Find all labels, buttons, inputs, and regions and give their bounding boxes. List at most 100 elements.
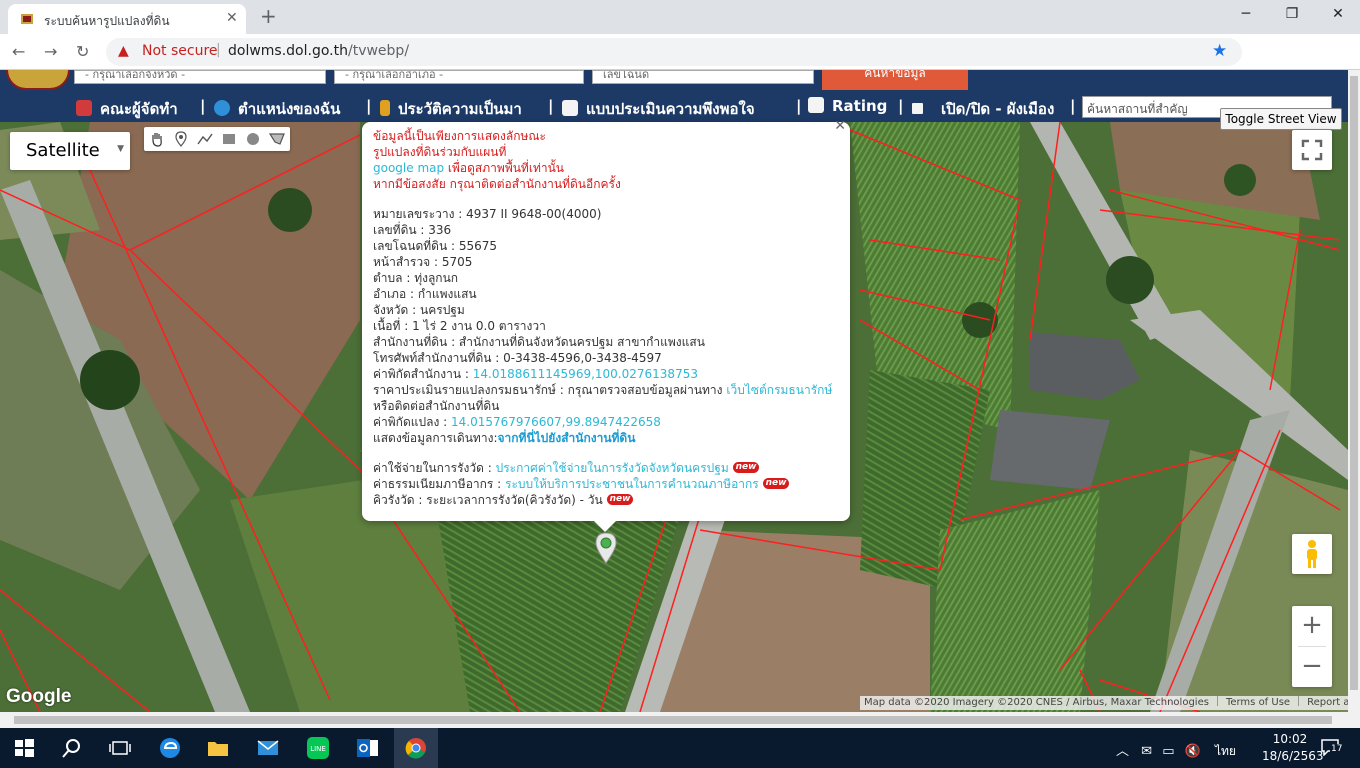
action-center-icon[interactable]: 17 xyxy=(1320,738,1344,757)
page-content: - กรุณาเลือกจังหวัด - - กรุณาเลือกอำเภอ … xyxy=(0,70,1348,712)
office-coord-link[interactable]: 14.0188611145969,100.0276138753 xyxy=(473,367,698,381)
not-secure-label[interactable]: Not secure xyxy=(142,43,218,59)
checkbox-icon[interactable] xyxy=(912,103,923,114)
windows-start-icon[interactable] xyxy=(12,736,36,760)
restore-window-icon[interactable]: ❐ xyxy=(1272,6,1312,22)
outlook-icon[interactable] xyxy=(356,736,380,760)
svg-text:LINE: LINE xyxy=(310,745,326,753)
chrome-icon xyxy=(405,738,426,759)
browser-tab[interactable]: ระบบค้นหารูปแปลงที่ดิน ✕ xyxy=(8,4,246,34)
chrome-taskbar-active[interactable] xyxy=(394,728,438,768)
new-tab-button[interactable]: + xyxy=(260,4,277,28)
input-language[interactable]: ไทย xyxy=(1215,744,1236,758)
volume-muted-icon[interactable]: 🔇 xyxy=(1185,744,1201,759)
province-select[interactable]: - กรุณาเลือกจังหวัด - xyxy=(74,70,326,84)
field-row: อำเภอ : กำแพงแสน xyxy=(373,287,477,301)
back-icon[interactable]: ← xyxy=(12,42,25,61)
toggle-street-view-button[interactable]: Toggle Street View xyxy=(1220,108,1342,130)
network-icon[interactable]: ▭ xyxy=(1162,744,1174,759)
browser-toolbar: ← → ↻ ▲ Not secure | dolwms.dol.go.th/tv… xyxy=(0,34,1360,96)
office-coord-row: ค่าพิกัดสำนักงาน : 14.0188611145969,100.… xyxy=(373,367,698,381)
treasury-website-link[interactable]: เว็บไซต์กรมธนารักษ์ xyxy=(726,383,832,397)
amphur-select[interactable]: - กรุณาเลือกอำเภอ - xyxy=(334,70,584,84)
site-header: - กรุณาเลือกจังหวัด - - กรุณาเลือกอำเภอ … xyxy=(0,70,1348,92)
menu-item-rating[interactable]: Rating xyxy=(808,97,887,115)
zoom-in-button[interactable]: + xyxy=(1292,606,1332,646)
url-text: dolwms.dol.go.th/tvwebp/ xyxy=(228,43,410,59)
file-explorer-icon[interactable] xyxy=(206,736,230,760)
report-map-error-link[interactable]: Report a map error xyxy=(1307,697,1348,708)
parcel-coord-link[interactable]: 14.015767976607,99.8947422658 xyxy=(451,415,661,429)
system-tray: ︿ ✉ ▭ 🔇 ไทย xyxy=(1116,740,1236,761)
price-row: ราคาประเมินรายแปลงกรมธนารักษ์ : กรุณาตรว… xyxy=(373,383,833,397)
price-row-cont: หรือติดต่อสำนักงานที่ดิน xyxy=(373,399,500,413)
parcel-info-window: ✕ ข้อมูลนี้เป็นเพียงการแสดงลักษณะ รูปแปล… xyxy=(362,118,850,532)
queue-row: คิวรังวัด : ระยะเวลาการรังวัด(คิวรังวัด)… xyxy=(373,492,840,508)
terms-of-use-link[interactable]: Terms of Use xyxy=(1226,697,1290,708)
fullscreen-button[interactable] xyxy=(1292,130,1332,170)
minimize-window-icon[interactable]: ─ xyxy=(1226,6,1266,22)
rectangle-tool-icon[interactable] xyxy=(220,130,238,148)
reload-icon[interactable]: ↻ xyxy=(76,42,89,61)
fullscreen-icon xyxy=(1301,139,1323,161)
close-window-icon[interactable]: ✕ xyxy=(1318,6,1358,22)
sprout-icon xyxy=(380,100,390,116)
google-map-link[interactable]: google map xyxy=(373,161,444,175)
close-tab-icon[interactable]: ✕ xyxy=(226,10,238,26)
warning-icon: ▲ xyxy=(118,43,129,59)
tab-title: ระบบค้นหารูปแปลงที่ดิน xyxy=(44,14,170,28)
task-view-icon[interactable] xyxy=(108,736,132,760)
bookmark-star-icon[interactable]: ★ xyxy=(1212,41,1227,61)
menu-item-my-location[interactable]: ตำแหน่งของฉัน xyxy=(214,97,340,121)
field-row: หมายเลขระวาง : 4937 II 9648-00(4000) xyxy=(373,207,602,221)
street-view-pegman[interactable] xyxy=(1292,534,1332,574)
menu-item-team[interactable]: คณะผู้จัดทำ xyxy=(76,97,178,121)
vertical-scrollbar[interactable] xyxy=(1348,70,1360,712)
deed-number-input[interactable]: เลขโฉนด xyxy=(592,70,814,84)
menu-item-toggle-city-plan[interactable]: เปิด/ปิด - ผังเมือง xyxy=(912,97,1054,121)
google-logo: Google xyxy=(6,686,72,707)
menu-item-satisfaction-survey[interactable]: แบบประเมินความพึงพอใจ xyxy=(562,97,755,121)
field-row: สำนักงานที่ดิน : สำนักงานที่ดินจังหวัดนค… xyxy=(373,335,705,349)
tray-mail-icon[interactable]: ✉ xyxy=(1141,744,1152,759)
hand-pan-icon[interactable] xyxy=(148,130,166,148)
edge-browser-icon[interactable] xyxy=(158,736,182,760)
marker-tool-icon[interactable] xyxy=(172,130,190,148)
forward-icon[interactable]: → xyxy=(44,42,57,61)
field-row: เลขโฉนดที่ดิน : 55675 xyxy=(373,239,498,253)
drawing-toolbar xyxy=(144,127,290,151)
notice-line: รูปแปลงที่ดินร่วมกับแผนที่ xyxy=(373,145,507,159)
line-app-icon[interactable]: LINE xyxy=(306,736,330,760)
map-type-select[interactable]: Satellite ▼ xyxy=(10,132,130,170)
map-attribution: Map data ©2020 Imagery ©2020 CNES / Airb… xyxy=(860,696,1348,710)
field-row: เลขที่ดิน : 336 xyxy=(373,223,452,237)
menu-item-history[interactable]: ประวัติความเป็นมา xyxy=(380,97,522,121)
polygon-tool-icon[interactable] xyxy=(268,130,286,148)
field-row: โทรศัพท์สำนักงานที่ดิน : 0-3438-4596,0-3… xyxy=(373,351,662,365)
survey-cost-link[interactable]: ประกาศค่าใช้จ่ายในการรังวัดจังหวัดนครปฐม xyxy=(496,461,729,475)
address-bar[interactable]: ▲ Not secure | dolwms.dol.go.th/tvwebp/ … xyxy=(106,38,1242,66)
close-info-icon[interactable]: ✕ xyxy=(834,118,846,134)
search-icon[interactable] xyxy=(60,736,84,760)
tray-chevron-icon[interactable]: ︿ xyxy=(1116,744,1129,759)
parcel-coord-row: ค่าพิกัดแปลง : 14.015767976607,99.894742… xyxy=(373,415,661,429)
mail-icon[interactable] xyxy=(256,736,280,760)
circle-tool-icon[interactable] xyxy=(244,130,262,148)
browser-tab-strip: ระบบค้นหารูปแปลงที่ดิน ✕ + ─ ❐ ✕ xyxy=(0,0,1360,34)
new-badge: new xyxy=(606,494,634,505)
route-link[interactable]: จากที่นี่ไปยังสำนักงานที่ดิน xyxy=(498,431,636,445)
new-badge: new xyxy=(732,462,760,473)
site-favicon-icon xyxy=(21,14,33,24)
chart-icon xyxy=(808,97,824,113)
notice-line: ข้อมูลนี้เป็นเพียงการแสดงลักษณะ xyxy=(373,129,546,143)
notice-line: หากมีข้อสงสัย กรุณาติดต่อสำนักงานที่ดินอ… xyxy=(373,177,621,191)
zoom-out-button[interactable]: − xyxy=(1292,647,1332,687)
parcel-marker-icon[interactable] xyxy=(594,532,618,564)
search-button[interactable]: ค้นหาข้อมูล xyxy=(822,70,968,90)
taskbar: LINE ︿ ✉ ▭ 🔇 ไทย 10:02 18/6/2563 17 xyxy=(0,728,1360,768)
polyline-tool-icon[interactable] xyxy=(196,130,214,148)
horizontal-scrollbar[interactable] xyxy=(0,712,1360,728)
team-icon xyxy=(76,100,92,116)
tax-calc-link[interactable]: ระบบให้บริการประชาชนในการคำนวณภาษีอากร xyxy=(505,477,759,491)
taskbar-clock[interactable]: 10:02 18/6/2563 xyxy=(1262,731,1324,765)
